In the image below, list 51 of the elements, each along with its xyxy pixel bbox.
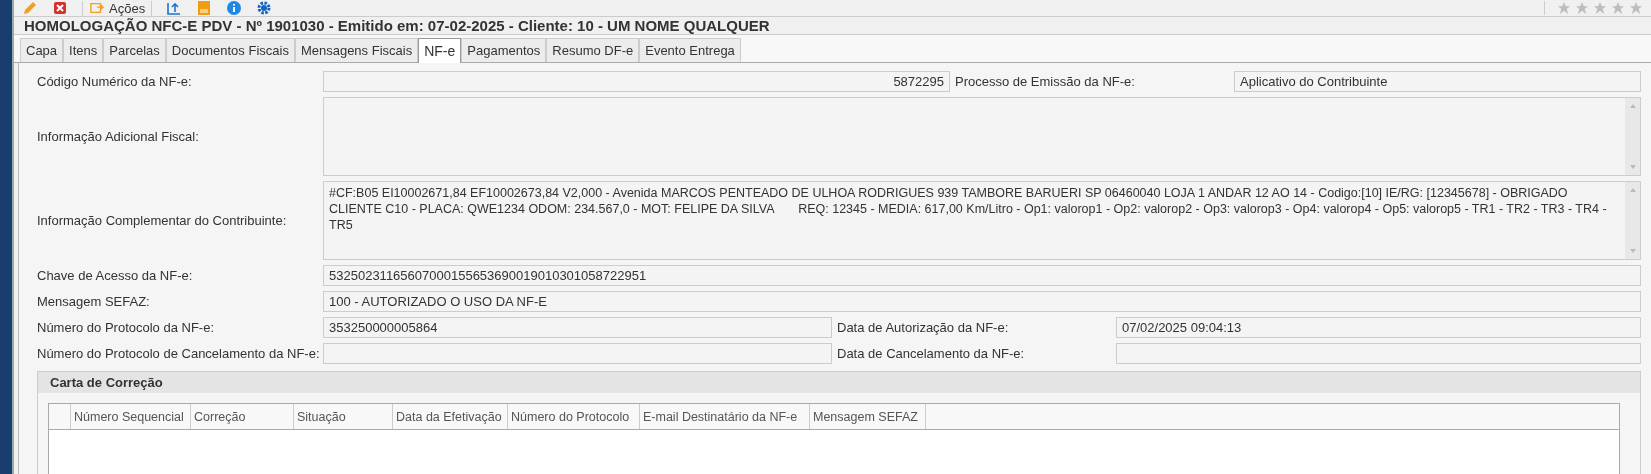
tab[interactable]: Pagamentos (461, 38, 547, 62)
field-label: Código Numérico da NF-e: (37, 74, 193, 89)
text-field[interactable]: 100 - AUTORIZADO O USO DA NF-E (323, 291, 1641, 312)
tab[interactable]: Parcelas (103, 38, 166, 62)
field-label: Número do Protocolo de Cancelamento da NF-e: (37, 346, 321, 361)
pencil-icon[interactable] (22, 0, 38, 16)
text-area[interactable]: #CF:B05 EI10002671,84 EF10002673,84 V2,000 - Avenida MARCOS PENTEADO DE ULHOA RODRIGUES 939 TAMBORE BARUERI SP 06460040 LOJA 1 ANDAR 12 AO 14 - Codigo:[10] IE/RG: [12345678] - OBRIGADO CLIENTE C10 - PLACA: QWE1234 ODOM: 234.567,0 - MOT: FELIPE DA SILVA REQ: 12345 - MEDIA: 617,00 Km/Litro - Op1: valorop1 - Op2: valorop2 - Op3: valorop3 - Op4: valorop4 - Op5: valorop5 - TR1 - TR2 - TR3 - TR4 - TR5 (323, 181, 1641, 260)
column-header[interactable]: Número do Protocolo (508, 404, 640, 429)
text-field[interactable] (323, 343, 832, 364)
section-title: Carta de Correção (50, 375, 163, 390)
column-header[interactable]: Correção (191, 404, 294, 429)
tab[interactable]: NF-e (418, 38, 462, 63)
star-icon[interactable] (1593, 1, 1607, 15)
text-field[interactable]: 07/02/2025 09:04:13 (1116, 317, 1641, 338)
field-label: Mensagem SEFAZ: (37, 294, 151, 309)
info-icon[interactable] (226, 0, 243, 16)
upload-icon[interactable] (166, 0, 183, 16)
text-field[interactable]: 53250231165607000155653690019010301058722951 (323, 265, 1641, 286)
document-icon[interactable] (196, 0, 213, 16)
text-field[interactable]: Aplicativo do Contribuinte (1234, 71, 1641, 92)
column-header[interactable]: Data da Efetivação (393, 404, 508, 429)
field-label: Número do Protocolo da NF-e: (37, 320, 216, 335)
column-header[interactable]: Situação (294, 404, 393, 429)
field-label: Data de Autorização da NF-e: (836, 320, 1010, 335)
field-label: Informação Adicional Fiscal: (37, 129, 200, 144)
tab[interactable]: Resumo DF-e (546, 38, 640, 62)
tab[interactable]: Mensagens Fiscais (294, 38, 419, 62)
settings-icon[interactable] (256, 0, 273, 16)
field-label: Informação Complementar do Contribuinte: (37, 213, 288, 228)
window-title: HOMOLOGAÇÃO NFC-E PDV - Nº 1901030 - Emitido em: 07-02-2025 - Cliente: 10 - UM NOME QUALQUER (24, 17, 770, 34)
column-header[interactable]: Número Sequencial (71, 404, 191, 429)
field-label: Processo de Emissão da NF-e: (954, 74, 1136, 89)
star-icon[interactable] (1575, 1, 1589, 15)
field-label: Chave de Acesso da NF-e: (37, 268, 194, 283)
text-field[interactable] (1116, 343, 1641, 364)
export-icon (89, 1, 105, 15)
tab[interactable]: Capa (20, 38, 64, 62)
delete-icon[interactable] (52, 0, 68, 16)
star-icon[interactable] (1557, 1, 1571, 15)
tab[interactable]: Itens (63, 38, 104, 62)
star-icon[interactable] (1629, 1, 1643, 15)
star-icon[interactable] (1611, 1, 1625, 15)
text-field[interactable]: 353250000005864 (323, 317, 832, 338)
actions-button[interactable]: Ações (82, 0, 153, 16)
text-area[interactable] (323, 97, 1641, 176)
column-header[interactable]: E-mail Destinatário da NF-e (640, 404, 810, 429)
tab[interactable]: Documentos Fiscais (165, 38, 295, 62)
tab[interactable]: Evento Entrega (639, 38, 741, 62)
field-label: Data de Cancelamento da NF-e: (836, 346, 1026, 361)
column-header[interactable]: Mensagem SEFAZ (810, 404, 926, 429)
text-field[interactable]: 5872295 (323, 71, 950, 92)
